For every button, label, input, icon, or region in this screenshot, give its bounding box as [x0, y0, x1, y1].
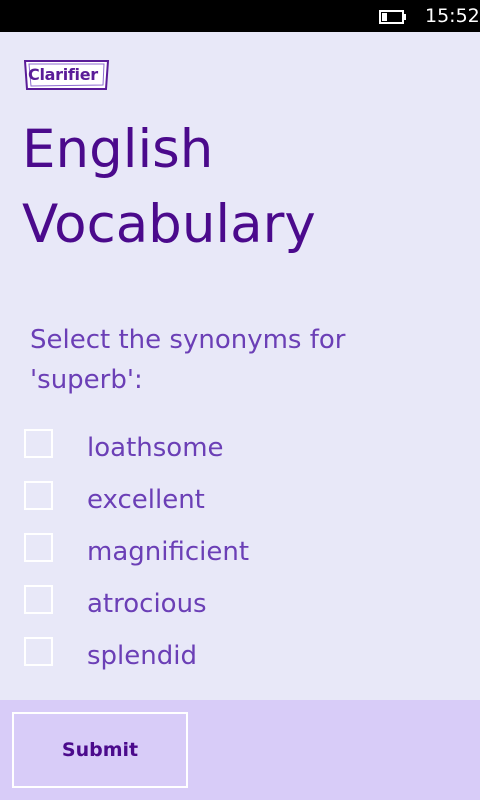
option-magnificient[interactable]: magnificient [24, 533, 464, 575]
checkbox[interactable] [24, 585, 53, 614]
option-splendid[interactable]: splendid [24, 637, 464, 679]
checkbox[interactable] [24, 429, 53, 458]
option-loathsome[interactable]: loathsome [24, 429, 464, 471]
submit-button[interactable]: Submit [12, 712, 188, 788]
battery-low-icon [379, 10, 406, 24]
checkbox[interactable] [24, 533, 53, 562]
page-title: English Vocabulary [22, 119, 316, 255]
option-label: excellent [87, 485, 205, 515]
option-label: atrocious [87, 589, 207, 619]
app-bar: Submit [0, 700, 480, 800]
question-text: Select the synonyms for 'superb': [30, 325, 346, 395]
clock: 15:52 [425, 5, 480, 27]
checkbox[interactable] [24, 481, 53, 510]
checkbox[interactable] [24, 637, 53, 666]
option-atrocious[interactable]: atrocious [24, 585, 464, 627]
option-label: splendid [87, 641, 197, 671]
status-bar: 15:52 [0, 0, 480, 32]
option-label: magnificient [87, 537, 250, 567]
option-label: loathsome [87, 433, 224, 463]
logo-text: Clarifier [28, 65, 98, 84]
clarifier-logo: Clarifier [23, 59, 110, 91]
option-excellent[interactable]: excellent [24, 481, 464, 523]
